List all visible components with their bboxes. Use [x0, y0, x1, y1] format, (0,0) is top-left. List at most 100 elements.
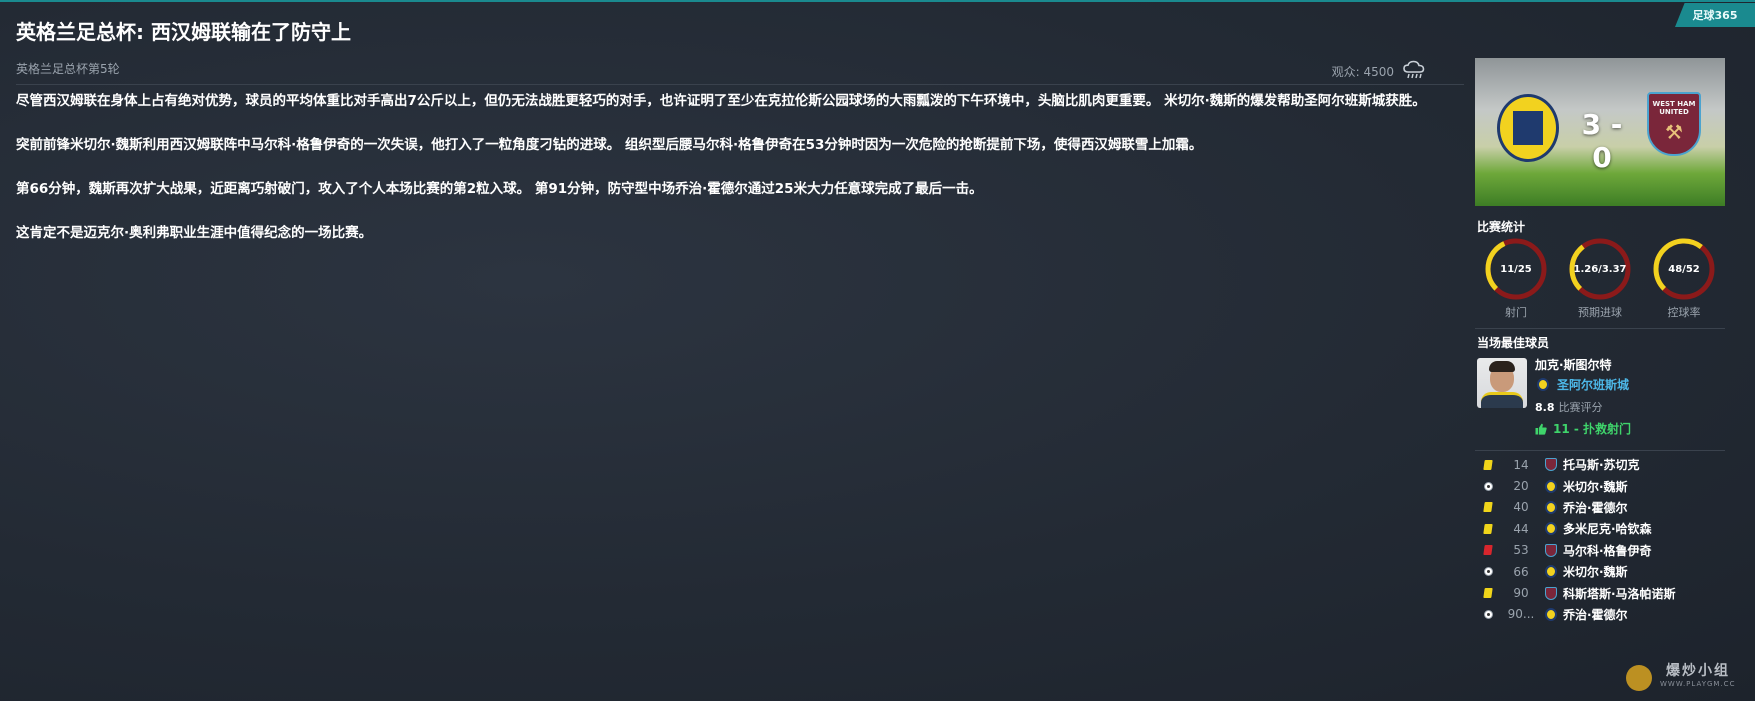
match-events-list: 14 托马斯·苏切克 20 米切尔·魏斯 40 乔治·霍德尔 44 多米尼克·哈…	[1475, 454, 1725, 625]
football-icon	[1483, 567, 1493, 577]
event-minute: 90	[1513, 586, 1529, 601]
west-ham-united-icon	[1545, 458, 1557, 472]
panel-divider	[1475, 450, 1725, 451]
away-badge-text: WEST HAM UNITED	[1652, 100, 1696, 116]
potm-highlight: 11 - 扑救射门	[1535, 420, 1631, 437]
event-player[interactable]: 托马斯·苏切克	[1563, 456, 1640, 473]
stat-label: 预期进球	[1578, 306, 1622, 319]
event-club-icon	[1545, 458, 1557, 472]
event-row[interactable]: 66 米切尔·魏斯	[1475, 561, 1725, 582]
stat-label: 控球率	[1667, 306, 1701, 319]
event-player[interactable]: 米切尔·魏斯	[1563, 563, 1628, 580]
attendance-info: 观众: 4500	[1332, 60, 1426, 83]
watermark-logo-icon	[1626, 665, 1652, 691]
event-club-icon	[1545, 607, 1557, 621]
article-paragraph: 突前前锋米切尔·魏斯利用西汉姆联阵中马尔科·格鲁伊奇的一次失误，他打入了一粒角度…	[16, 137, 1203, 153]
stat-ring: 48/52	[1651, 236, 1717, 302]
event-minute: 44	[1513, 521, 1529, 536]
event-player[interactable]: 米切尔·魏斯	[1563, 478, 1628, 495]
st-albans-city-icon	[1545, 500, 1557, 514]
thumbs-up-icon	[1535, 423, 1547, 435]
event-type-icon	[1483, 481, 1493, 491]
article-subheader: 英格兰足总杯第5轮 观众: 4500	[16, 60, 1426, 80]
watermark-text: 爆炒小组	[1666, 663, 1730, 679]
player-avatar[interactable]	[1477, 358, 1527, 408]
rating-value: 8.8	[1535, 401, 1555, 414]
final-score: 3 - 0	[1581, 108, 1623, 174]
event-player[interactable]: 乔治·霍德尔	[1563, 606, 1628, 623]
page-title: 英格兰足总杯: 西汉姆联输在了防守上	[16, 20, 351, 44]
event-player[interactable]: 多米尼克·哈钦森	[1563, 520, 1652, 537]
article-paragraph: 第66分钟，魏斯再次扩大战果，近距离巧射破门，攻入了个人本场比赛的第2粒入球。 …	[16, 181, 983, 197]
stat-ring: 11/25	[1483, 236, 1549, 302]
event-row[interactable]: 53 马尔科·格鲁伊奇	[1475, 540, 1725, 561]
source-tag[interactable]: 足球365	[1675, 3, 1755, 27]
event-player[interactable]: 马尔科·格鲁伊奇	[1563, 542, 1652, 559]
event-row[interactable]: 20 米切尔·魏斯	[1475, 475, 1725, 496]
st-albans-city-badge[interactable]	[1497, 94, 1559, 162]
player-of-match-title: 当场最佳球员	[1477, 336, 1550, 350]
stat-shots: 11/25 射门	[1483, 236, 1549, 320]
stat-possession: 48/52 控球率	[1651, 236, 1717, 320]
event-player[interactable]: 科斯塔斯·马洛帕诺斯	[1563, 585, 1676, 602]
event-minute: 90...	[1507, 607, 1535, 622]
potm-player-name[interactable]: 加克·斯图尔特	[1535, 356, 1612, 373]
watermark-url: WWW.PLAYGM.CC	[1660, 680, 1736, 688]
event-club-icon	[1545, 479, 1557, 493]
stat-xg: 1.26/3.37 预期进球	[1567, 236, 1633, 320]
rating-label: 比赛评分	[1558, 401, 1603, 414]
event-minute: 40	[1513, 500, 1529, 515]
stat-label: 射门	[1505, 306, 1527, 319]
panel-divider	[1475, 328, 1725, 329]
event-row[interactable]: 90 科斯塔斯·马洛帕诺斯	[1475, 582, 1725, 603]
header-divider	[16, 84, 1464, 85]
event-type-icon	[1483, 459, 1493, 470]
match-report: 尽管西汉姆联在身体上占有绝对优势，球员的平均体重比对手高出7公斤以上，但仍无法战…	[16, 90, 1436, 266]
st-albans-city-icon	[1545, 479, 1557, 493]
article-paragraph: 这肯定不是迈克尔·奥利弗职业生涯中值得纪念的一场比赛。	[16, 225, 373, 241]
event-type-icon	[1483, 545, 1493, 556]
event-minute: 53	[1513, 543, 1529, 558]
event-club-icon	[1545, 586, 1557, 600]
potm-club[interactable]: 圣阿尔班斯城	[1537, 376, 1629, 393]
event-row[interactable]: 14 托马斯·苏切克	[1475, 454, 1725, 475]
st-albans-city-icon	[1545, 565, 1557, 579]
match-stats-title: 比赛统计	[1477, 220, 1526, 234]
stat-ring: 1.26/3.37	[1567, 236, 1633, 302]
west-ham-united-icon	[1545, 586, 1557, 600]
event-type-icon	[1483, 609, 1493, 619]
event-row[interactable]: 40 乔治·霍德尔	[1475, 497, 1725, 518]
event-row[interactable]: 90... 乔治·霍德尔	[1475, 604, 1725, 625]
rain-cloud-icon	[1402, 60, 1426, 83]
event-type-icon	[1483, 567, 1493, 577]
potm-rating: 8.8 比赛评分	[1535, 399, 1603, 415]
football-icon	[1483, 481, 1493, 491]
attendance-label: 观众: 4500	[1331, 65, 1394, 79]
event-minute: 14	[1513, 457, 1529, 472]
stat-value: 1.26/3.37	[1573, 263, 1627, 275]
crossed-hammers-icon: ⚒	[1665, 120, 1683, 144]
st-albans-city-icon	[1545, 522, 1557, 536]
stat-value: 48/52	[1668, 263, 1700, 275]
event-club-icon	[1545, 500, 1557, 514]
st-albans-city-icon	[1545, 607, 1557, 621]
top-accent-line	[0, 0, 1755, 2]
event-player[interactable]: 乔治·霍德尔	[1563, 499, 1628, 516]
event-type-icon	[1483, 588, 1493, 599]
match-score-card[interactable]: 3 - 0 WEST HAM UNITED ⚒	[1475, 58, 1725, 206]
yellow-card-icon	[1483, 588, 1493, 599]
event-minute: 20	[1513, 479, 1529, 494]
yellow-card-icon	[1483, 523, 1493, 534]
event-row[interactable]: 44 多米尼克·哈钦森	[1475, 518, 1725, 539]
west-ham-united-icon	[1545, 543, 1557, 557]
red-card-icon	[1483, 545, 1493, 556]
yellow-card-icon	[1483, 502, 1493, 513]
st-albans-city-icon	[1537, 378, 1549, 391]
event-club-icon	[1545, 565, 1557, 579]
article-paragraph: 尽管西汉姆联在身体上占有绝对优势，球员的平均体重比对手高出7公斤以上，但仍无法战…	[16, 93, 1426, 109]
event-minute: 66	[1513, 564, 1529, 579]
potm-club-name[interactable]: 圣阿尔班斯城	[1557, 376, 1629, 393]
event-club-icon	[1545, 543, 1557, 557]
highlight-text: 11 - 扑救射门	[1553, 422, 1632, 436]
west-ham-united-badge[interactable]: WEST HAM UNITED ⚒	[1647, 92, 1701, 156]
